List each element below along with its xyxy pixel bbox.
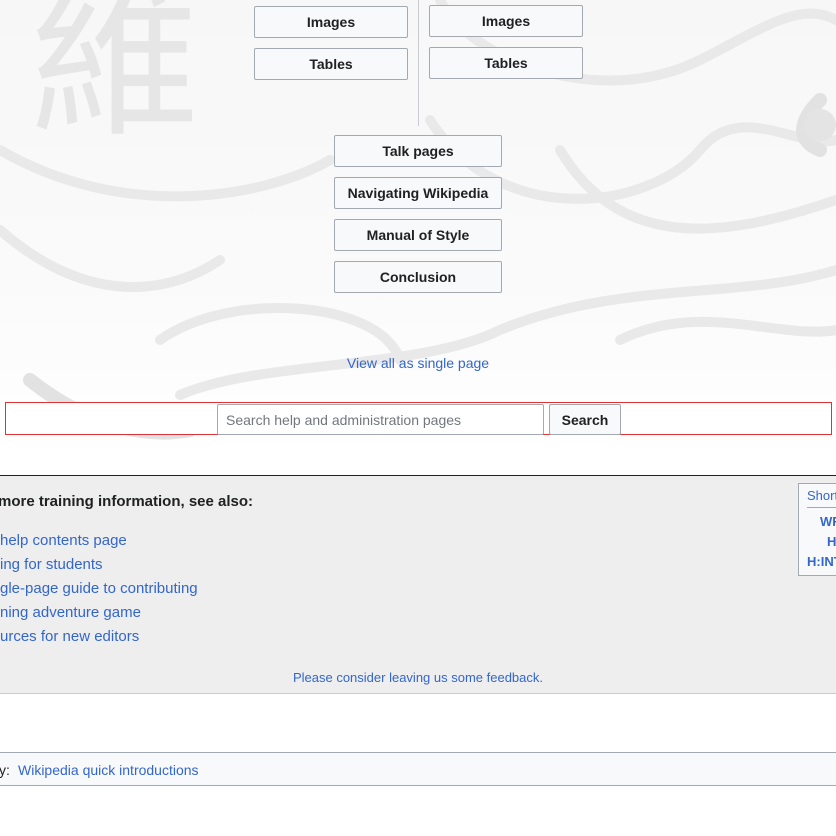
background-glyph: 維 xyxy=(30,0,200,161)
see-also-link-students[interactable]: ing for students xyxy=(0,556,198,580)
shortcut-title: Short xyxy=(807,488,836,503)
feedback-link[interactable]: Please consider leaving us some feedback… xyxy=(0,670,836,685)
images-button-left[interactable]: Images xyxy=(254,6,408,38)
conclusion-button[interactable]: Conclusion xyxy=(334,261,502,293)
hero-area: 維 Images Tables Images Tables Talk pages xyxy=(0,0,836,456)
shortcut-box: Short WF H H:INT xyxy=(798,483,836,576)
category-label: y: xyxy=(0,762,10,778)
see-also-link-single-page-guide[interactable]: gle-page guide to contributing xyxy=(0,580,198,604)
category-bar: y: Wikipedia quick introductions xyxy=(0,752,836,786)
manual-of-style-button[interactable]: Manual of Style xyxy=(334,219,502,251)
column-divider xyxy=(418,0,419,126)
search-input[interactable] xyxy=(217,404,544,435)
see-also-link-help-contents[interactable]: help contents page xyxy=(0,532,198,556)
tables-button-left[interactable]: Tables xyxy=(254,48,408,80)
search-form: Search xyxy=(5,402,832,435)
navigating-wikipedia-button[interactable]: Navigating Wikipedia xyxy=(334,177,502,209)
see-also-list: help contents page ing for students gle-… xyxy=(0,532,198,652)
shortcut-link-h[interactable]: H xyxy=(827,534,836,549)
category-link[interactable]: Wikipedia quick introductions xyxy=(18,762,199,778)
shortcut-link-wp[interactable]: WF xyxy=(820,514,836,529)
view-all-single-page-link[interactable]: View all as single page xyxy=(0,355,836,371)
see-also-link-adventure-game[interactable]: ning adventure game xyxy=(0,604,198,628)
shortcut-divider xyxy=(807,507,836,508)
page: 維 Images Tables Images Tables Talk pages xyxy=(0,0,836,836)
tables-button-right[interactable]: Tables xyxy=(429,47,583,79)
shortcut-link-h-intro[interactable]: H:INT xyxy=(807,554,836,569)
see-also-link-new-editors[interactable]: urces for new editors xyxy=(0,628,198,652)
images-button-right[interactable]: Images xyxy=(429,5,583,37)
search-button[interactable]: Search xyxy=(549,404,621,435)
see-also-heading: more training information, see also: xyxy=(0,493,254,510)
talk-pages-button[interactable]: Talk pages xyxy=(334,135,502,167)
see-also-panel: more training information, see also: hel… xyxy=(0,475,836,694)
